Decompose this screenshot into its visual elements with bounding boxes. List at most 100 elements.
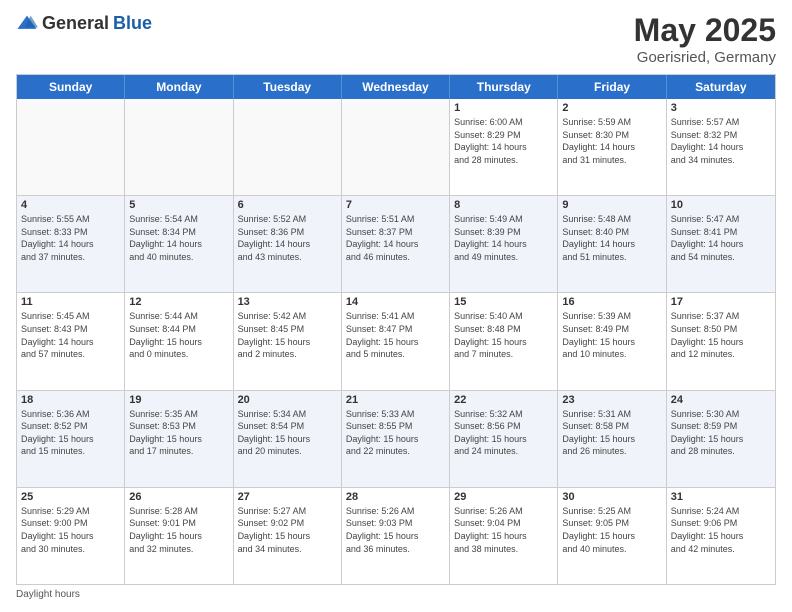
calendar-week: 25 Sunrise: 5:29 AM Sunset: 9:00 PM Dayli…	[17, 488, 775, 584]
calendar-cell: 12Sunrise: 5:44 AM Sunset: 8:44 PM Dayli…	[125, 293, 233, 389]
day-info: Sunrise: 5:41 AM Sunset: 8:47 PM Dayligh…	[346, 310, 445, 360]
day-info: Sunrise: 5:33 AM Sunset: 8:55 PM Dayligh…	[346, 408, 445, 458]
day-number: 24	[671, 394, 771, 406]
day-info: Sunrise: 5:26 AM Sunset: 9:04 PM Dayligh…	[454, 505, 553, 555]
calendar-cell: 9Sunrise: 5:48 AM Sunset: 8:40 PM Daylig…	[558, 196, 666, 292]
calendar-cell: 30Sunrise: 5:25 AM Sunset: 9:05 PM Dayli…	[558, 488, 666, 584]
day-number: 25	[21, 491, 120, 503]
day-info: Sunrise: 6:00 AM Sunset: 8:29 PM Dayligh…	[454, 116, 553, 166]
footer: Daylight hours	[16, 589, 776, 600]
calendar-cell: 20Sunrise: 5:34 AM Sunset: 8:54 PM Dayli…	[234, 391, 342, 487]
day-number: 11	[21, 296, 120, 308]
subtitle: Goerisried, Germany	[634, 49, 776, 66]
weekday-header: Monday	[125, 75, 233, 99]
day-number: 27	[238, 491, 337, 503]
day-info: Sunrise: 5:27 AM Sunset: 9:02 PM Dayligh…	[238, 505, 337, 555]
footer-text: Daylight hours	[16, 589, 80, 600]
calendar-cell: 7 Sunrise: 5:51 AM Sunset: 8:37 PM Daylig…	[342, 196, 450, 292]
calendar-week: 1 Sunrise: 6:00 AM Sunset: 8:29 PM Daylig…	[17, 99, 775, 196]
main-title: May 2025	[634, 12, 776, 49]
day-number: 22	[454, 394, 553, 406]
day-info: Sunrise: 5:47 AM Sunset: 8:41 PM Dayligh…	[671, 213, 771, 263]
day-info: Sunrise: 5:31 AM Sunset: 8:58 PM Dayligh…	[562, 408, 661, 458]
day-number: 3	[671, 102, 771, 114]
day-number: 28	[346, 491, 445, 503]
day-number: 26	[129, 491, 228, 503]
day-info: Sunrise: 5:48 AM Sunset: 8:40 PM Dayligh…	[562, 213, 661, 263]
calendar-cell	[125, 99, 233, 195]
calendar-cell	[234, 99, 342, 195]
calendar-cell: 22Sunrise: 5:32 AM Sunset: 8:56 PM Dayli…	[450, 391, 558, 487]
day-number: 19	[129, 394, 228, 406]
day-info: Sunrise: 5:26 AM Sunset: 9:03 PM Dayligh…	[346, 505, 445, 555]
day-number: 10	[671, 199, 771, 211]
weekday-header: Thursday	[450, 75, 558, 99]
calendar-cell: 4 Sunrise: 5:55 AM Sunset: 8:33 PM Daylig…	[17, 196, 125, 292]
page: GeneralBlue May 2025 Goerisried, Germany…	[0, 0, 792, 612]
day-info: Sunrise: 5:55 AM Sunset: 8:33 PM Dayligh…	[21, 213, 120, 263]
calendar-cell: 14Sunrise: 5:41 AM Sunset: 8:47 PM Dayli…	[342, 293, 450, 389]
calendar-cell: 15Sunrise: 5:40 AM Sunset: 8:48 PM Dayli…	[450, 293, 558, 389]
calendar-cell: 3 Sunrise: 5:57 AM Sunset: 8:32 PM Daylig…	[667, 99, 775, 195]
weekday-header: Sunday	[17, 75, 125, 99]
header: GeneralBlue May 2025 Goerisried, Germany	[16, 12, 776, 66]
calendar-cell: 16Sunrise: 5:39 AM Sunset: 8:49 PM Dayli…	[558, 293, 666, 389]
weekday-header: Saturday	[667, 75, 775, 99]
day-number: 17	[671, 296, 771, 308]
day-info: Sunrise: 5:30 AM Sunset: 8:59 PM Dayligh…	[671, 408, 771, 458]
calendar-header: SundayMondayTuesdayWednesdayThursdayFrid…	[17, 75, 775, 99]
day-info: Sunrise: 5:45 AM Sunset: 8:43 PM Dayligh…	[21, 310, 120, 360]
calendar-cell: 25 Sunrise: 5:29 AM Sunset: 9:00 PM Dayli…	[17, 488, 125, 584]
day-number: 18	[21, 394, 120, 406]
day-number: 7	[346, 199, 445, 211]
day-info: Sunrise: 5:40 AM Sunset: 8:48 PM Dayligh…	[454, 310, 553, 360]
calendar-cell: 18 Sunrise: 5:36 AM Sunset: 8:52 PM Dayli…	[17, 391, 125, 487]
day-number: 1	[454, 102, 553, 114]
day-info: Sunrise: 5:59 AM Sunset: 8:30 PM Dayligh…	[562, 116, 661, 166]
day-info: Sunrise: 5:37 AM Sunset: 8:50 PM Dayligh…	[671, 310, 771, 360]
title-block: May 2025 Goerisried, Germany	[634, 12, 776, 66]
calendar-cell: 2Sunrise: 5:59 AM Sunset: 8:30 PM Daylig…	[558, 99, 666, 195]
day-number: 13	[238, 296, 337, 308]
day-info: Sunrise: 5:52 AM Sunset: 8:36 PM Dayligh…	[238, 213, 337, 263]
day-number: 23	[562, 394, 661, 406]
day-number: 21	[346, 394, 445, 406]
day-info: Sunrise: 5:39 AM Sunset: 8:49 PM Dayligh…	[562, 310, 661, 360]
logo-blue: Blue	[113, 13, 152, 34]
calendar-cell: 27 Sunrise: 5:27 AM Sunset: 9:02 PM Dayli…	[234, 488, 342, 584]
calendar-week: 4 Sunrise: 5:55 AM Sunset: 8:33 PM Daylig…	[17, 196, 775, 293]
day-info: Sunrise: 5:57 AM Sunset: 8:32 PM Dayligh…	[671, 116, 771, 166]
calendar-cell: 24 Sunrise: 5:30 AM Sunset: 8:59 PM Dayli…	[667, 391, 775, 487]
weekday-header: Tuesday	[234, 75, 342, 99]
day-number: 4	[21, 199, 120, 211]
day-number: 5	[129, 199, 228, 211]
day-number: 8	[454, 199, 553, 211]
day-info: Sunrise: 5:29 AM Sunset: 9:00 PM Dayligh…	[21, 505, 120, 555]
calendar-week: 11 Sunrise: 5:45 AM Sunset: 8:43 PM Dayli…	[17, 293, 775, 390]
logo: GeneralBlue	[16, 12, 152, 34]
day-info: Sunrise: 5:51 AM Sunset: 8:37 PM Dayligh…	[346, 213, 445, 263]
calendar-cell	[342, 99, 450, 195]
calendar-week: 18 Sunrise: 5:36 AM Sunset: 8:52 PM Dayli…	[17, 391, 775, 488]
day-number: 29	[454, 491, 553, 503]
calendar-cell	[17, 99, 125, 195]
logo-icon	[16, 12, 38, 34]
day-number: 31	[671, 491, 771, 503]
calendar-cell: 19Sunrise: 5:35 AM Sunset: 8:53 PM Dayli…	[125, 391, 233, 487]
calendar-cell: 26 Sunrise: 5:28 AM Sunset: 9:01 PM Dayli…	[125, 488, 233, 584]
day-info: Sunrise: 5:28 AM Sunset: 9:01 PM Dayligh…	[129, 505, 228, 555]
calendar-cell: 28 Sunrise: 5:26 AM Sunset: 9:03 PM Dayli…	[342, 488, 450, 584]
calendar-cell: 5Sunrise: 5:54 AM Sunset: 8:34 PM Daylig…	[125, 196, 233, 292]
day-number: 6	[238, 199, 337, 211]
calendar-cell: 11 Sunrise: 5:45 AM Sunset: 8:43 PM Dayli…	[17, 293, 125, 389]
day-info: Sunrise: 5:36 AM Sunset: 8:52 PM Dayligh…	[21, 408, 120, 458]
day-info: Sunrise: 5:42 AM Sunset: 8:45 PM Dayligh…	[238, 310, 337, 360]
calendar-cell: 21 Sunrise: 5:33 AM Sunset: 8:55 PM Dayli…	[342, 391, 450, 487]
weekday-header: Wednesday	[342, 75, 450, 99]
day-info: Sunrise: 5:49 AM Sunset: 8:39 PM Dayligh…	[454, 213, 553, 263]
calendar-body: 1 Sunrise: 6:00 AM Sunset: 8:29 PM Daylig…	[17, 99, 775, 584]
calendar-cell: 17 Sunrise: 5:37 AM Sunset: 8:50 PM Dayli…	[667, 293, 775, 389]
calendar-cell: 29 Sunrise: 5:26 AM Sunset: 9:04 PM Dayli…	[450, 488, 558, 584]
day-number: 20	[238, 394, 337, 406]
day-info: Sunrise: 5:44 AM Sunset: 8:44 PM Dayligh…	[129, 310, 228, 360]
